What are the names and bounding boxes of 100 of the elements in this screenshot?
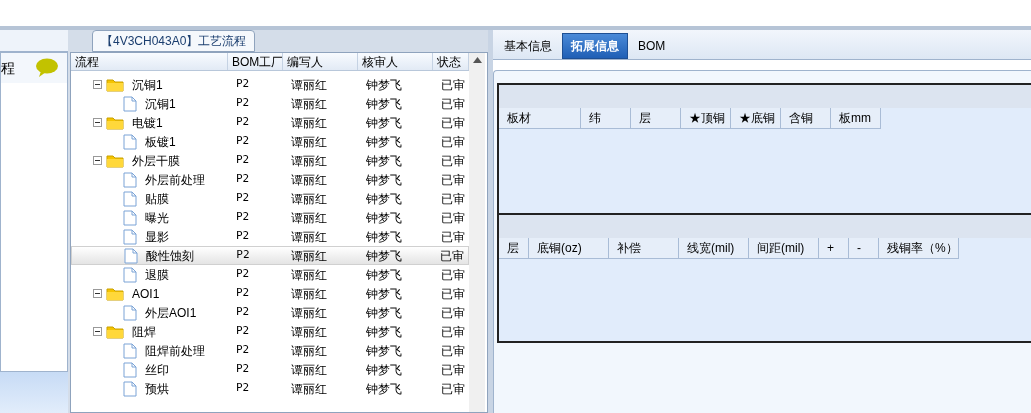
- collapse-icon[interactable]: [93, 289, 102, 298]
- table-cell-text: 钟梦飞: [364, 247, 403, 265]
- tree-row[interactable]: 预烘 P2 谭丽红 钟梦飞 已审: [71, 379, 469, 398]
- table-cell-text: 谭丽红: [290, 209, 328, 227]
- tree-row[interactable]: 丝印 P2 谭丽红 钟梦飞 已审: [71, 360, 469, 379]
- tree-row[interactable]: 外层干膜 P2 谭丽红 钟梦飞 已审: [71, 151, 469, 170]
- process-name: 电镀1: [132, 114, 163, 132]
- document-icon: [123, 95, 137, 112]
- document-icon: [123, 209, 137, 226]
- table-cell-text: 钟梦飞: [365, 323, 403, 341]
- table-cell-text: 钟梦飞: [365, 152, 403, 170]
- tree-row[interactable]: 沉铜1 P2 谭丽红 钟梦飞 已审: [71, 94, 469, 113]
- table-cell-text: 已审: [440, 76, 466, 94]
- process-tab[interactable]: 【4V3CH043A0】工艺流程: [92, 30, 256, 52]
- process-name: 阻焊: [132, 323, 156, 341]
- tree-row[interactable]: 外层前处理 P2 谭丽红 钟梦飞 已审: [71, 170, 469, 189]
- process-name: 外层干膜: [132, 152, 180, 170]
- tree-row[interactable]: 板镀1 P2 谭丽红 钟梦飞 已审: [71, 132, 469, 151]
- table-cell-text: 钟梦飞: [365, 285, 403, 303]
- column-header: 含铜: [781, 108, 831, 129]
- document-icon: [123, 228, 137, 245]
- table-cell-text: 谭丽红: [290, 95, 328, 113]
- scrollbar[interactable]: [469, 53, 485, 412]
- column-header[interactable]: BOM工厂: [228, 53, 283, 70]
- table-cell-text: 谭丽红: [290, 342, 328, 360]
- document-icon: [123, 361, 137, 378]
- column-header: ★顶铜: [681, 108, 731, 129]
- process-name: 贴膜: [145, 190, 169, 208]
- folder-icon: [106, 286, 124, 301]
- table-cell-text: 已审: [440, 323, 466, 341]
- table-cell-text: P2: [235, 247, 251, 264]
- tab[interactable]: 拓展信息: [562, 33, 628, 59]
- tab[interactable]: 基本信息: [496, 33, 560, 59]
- table-cell-text: 钟梦飞: [365, 190, 403, 208]
- table-cell-text: 钟梦飞: [365, 95, 403, 113]
- table-cell-text: P2: [235, 190, 251, 207]
- document-icon: [123, 266, 137, 283]
- process-name: 预烘: [145, 380, 169, 398]
- table-cell-text: 已审: [440, 209, 466, 227]
- process-name: 丝印: [145, 361, 169, 379]
- table-cell-text: 钟梦飞: [365, 342, 403, 360]
- column-header: 纬: [581, 108, 631, 129]
- table-cell-text: 谭丽红: [290, 380, 328, 398]
- document-icon: [123, 133, 137, 150]
- tree-row[interactable]: 沉铜1 P2 谭丽红 钟梦飞 已审: [71, 75, 469, 94]
- process-name: 酸性蚀刻: [146, 247, 194, 265]
- process-name: 沉铜1: [145, 95, 176, 113]
- table-cell-text: P2: [235, 304, 251, 321]
- table-cell-text: 已审: [440, 171, 466, 189]
- process-name: 阻焊前处理: [145, 342, 205, 360]
- tree-row[interactable]: 外层AOI1 P2 谭丽红 钟梦飞 已审: [71, 303, 469, 322]
- document-icon: [123, 380, 137, 397]
- table-cell-text: P2: [235, 323, 251, 340]
- document-icon: [123, 304, 137, 321]
- speech-bubble-icon: [35, 58, 59, 78]
- collapse-icon[interactable]: [93, 80, 102, 89]
- table-cell-text: 钟梦飞: [365, 76, 403, 94]
- document-icon: [123, 171, 137, 188]
- table-cell-text: 已审: [440, 95, 466, 113]
- tree-row[interactable]: 酸性蚀刻 P2 谭丽红 钟梦飞 已审: [71, 246, 469, 265]
- column-header: 板mm: [831, 108, 881, 129]
- document-icon: [123, 342, 137, 359]
- table-cell-text: 已审: [440, 114, 466, 132]
- tree-row[interactable]: AOI1 P2 谭丽红 钟梦飞 已审: [71, 284, 469, 303]
- table-cell-text: P2: [235, 209, 251, 226]
- tree-row[interactable]: 阻焊前处理 P2 谭丽红 钟梦飞 已审: [71, 341, 469, 360]
- tree-row[interactable]: 贴膜 P2 谭丽红 钟梦飞 已审: [71, 189, 469, 208]
- table-cell-text: 谭丽红: [290, 114, 328, 132]
- folder-icon: [106, 115, 124, 130]
- column-header: ★底铜: [731, 108, 781, 129]
- collapse-icon[interactable]: [93, 118, 102, 127]
- column-header: -: [849, 238, 879, 259]
- process-name: AOI1: [132, 285, 160, 303]
- tab[interactable]: BOM: [630, 33, 674, 59]
- tree-row[interactable]: 电镀1 P2 谭丽红 钟梦飞 已审: [71, 113, 469, 132]
- table-cell-text: 谭丽红: [290, 76, 328, 94]
- table-cell-text: 已审: [440, 133, 466, 151]
- table-cell-text: 谭丽红: [290, 323, 328, 341]
- tree-row[interactable]: 曝光 P2 谭丽红 钟梦飞 已审: [71, 208, 469, 227]
- table-cell-text: 钟梦飞: [365, 361, 403, 379]
- tree-row[interactable]: 阻焊 P2 谭丽红 钟梦飞 已审: [71, 322, 469, 341]
- process-name: 曝光: [145, 209, 169, 227]
- collapse-icon[interactable]: [93, 327, 102, 336]
- table-cell-text: P2: [235, 76, 251, 93]
- scroll-up-icon[interactable]: [472, 57, 482, 63]
- table-cell-text: 已审: [440, 285, 466, 303]
- tree-row[interactable]: 退膜 P2 谭丽红 钟梦飞 已审: [71, 265, 469, 284]
- tree-row[interactable]: 显影 P2 谭丽红 钟梦飞 已审: [71, 227, 469, 246]
- table-cell-text: 钟梦飞: [365, 114, 403, 132]
- table-cell-text: 谭丽红: [290, 285, 328, 303]
- column-header[interactable]: 核审人: [358, 53, 433, 70]
- column-header: 残铜率（%）: [879, 238, 959, 259]
- collapse-icon[interactable]: [93, 156, 102, 165]
- column-header: 层: [631, 108, 681, 129]
- table-cell-text: 谭丽红: [290, 247, 329, 265]
- table-cell-text: 已审: [440, 190, 466, 208]
- column-header[interactable]: 流程: [71, 53, 228, 70]
- column-header[interactable]: 编写人: [283, 53, 358, 70]
- process-name: 外层前处理: [145, 171, 205, 189]
- column-header: 板材: [499, 108, 581, 129]
